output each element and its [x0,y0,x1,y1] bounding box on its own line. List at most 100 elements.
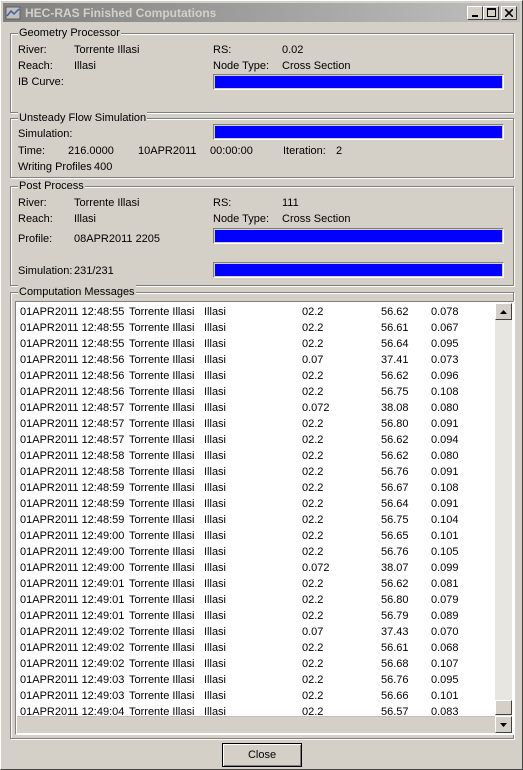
message-river: Torrente Illasi [129,354,195,366]
message-river: Torrente Illasi [129,514,195,526]
message-value: 56.61 [381,642,409,654]
message-rs: 0.07 [302,626,324,638]
message-error: 0.089 [431,610,459,622]
message-error: 0.094 [431,434,459,446]
horizontal-scrollbar[interactable] [17,716,495,733]
message-value: 56.62 [381,578,409,590]
scroll-up-icon[interactable] [495,303,512,320]
group-label: Computation Messages [18,285,136,299]
iteration-value: 2 [336,145,343,157]
message-rs: 02.2 [302,386,324,398]
group-label: Geometry Processor [18,26,121,40]
message-timestamp: 01APR2011 12:48:59 [20,498,125,510]
post-process-group: Post Process River: Torrente Illasi RS: … [10,179,514,286]
group-label: Unsteady Flow Simulation [18,111,148,125]
message-timestamp: 01APR2011 12:48:56 [20,386,125,398]
message-error: 0.073 [431,354,459,366]
progress-fill [215,230,502,242]
vertical-scrollbar[interactable] [495,303,512,717]
message-reach: Illasi [204,402,227,414]
minimize-icon[interactable] [467,5,483,20]
reach-value: Illasi [74,213,97,225]
message-value: 56.64 [381,498,409,510]
message-error: 0.095 [431,674,459,686]
scroll-down-icon[interactable] [495,716,512,733]
message-timestamp: 01APR2011 12:48:58 [20,450,125,462]
clock-value: 00:00:00 [210,145,253,157]
message-value: 56.62 [381,370,409,382]
message-river: Torrente Illasi [129,578,195,590]
message-reach: Illasi [204,546,227,558]
message-value: 56.62 [381,450,409,462]
scroll-thumb[interactable] [495,700,512,715]
message-river: Torrente Illasi [129,402,195,414]
message-river: Torrente Illasi [129,690,195,702]
message-reach: Illasi [204,450,227,462]
rs-value: 111 [282,197,299,209]
message-reach: Illasi [204,530,227,542]
message-rs: 02.2 [302,674,324,686]
message-timestamp: 01APR2011 12:48:59 [20,514,125,526]
message-timestamp: 01APR2011 12:49:01 [20,578,125,590]
message-timestamp: 01APR2011 12:48:57 [20,418,125,430]
message-value: 56.64 [381,338,409,350]
close-button[interactable]: Close [222,743,302,767]
river-value: Torrente Illasi [74,197,140,209]
message-value: 56.62 [381,306,409,318]
message-error: 0.108 [431,482,459,494]
node-type-value: Cross Section [282,60,351,72]
unsteady-progress-bar [213,124,504,140]
progress-fill [215,264,502,276]
message-timestamp: 01APR2011 12:49:02 [20,626,125,638]
message-reach: Illasi [204,498,227,510]
profile-value: 08APR2011 2205 [74,233,161,245]
message-error: 0.096 [431,370,459,382]
message-reach: Illasi [204,306,227,318]
message-rs: 02.2 [302,466,324,478]
maximize-icon[interactable] [483,5,499,20]
message-value: 56.76 [381,466,409,478]
message-reach: Illasi [204,642,227,654]
message-value: 56.76 [381,546,409,558]
message-timestamp: 01APR2011 12:49:00 [20,546,125,558]
simulation-label: Simulation: [18,128,73,140]
message-error: 0.091 [431,466,459,478]
message-reach: Illasi [204,386,227,398]
message-reach: Illasi [204,674,227,686]
message-river: Torrente Illasi [129,642,195,654]
message-timestamp: 01APR2011 12:49:00 [20,530,125,542]
message-value: 56.62 [381,434,409,446]
message-river: Torrente Illasi [129,610,195,622]
unsteady-flow-group: Unsteady Flow Simulation Simulation: Tim… [10,111,514,178]
message-timestamp: 01APR2011 12:48:56 [20,370,125,382]
message-river: Torrente Illasi [129,658,195,670]
message-value: 56.65 [381,530,409,542]
message-rs: 02.2 [302,482,324,494]
close-icon[interactable] [501,5,517,20]
rs-label: RS: [213,197,232,209]
hec-ras-app-icon [5,5,21,21]
message-rs: 02.2 [302,530,324,542]
message-river: Torrente Illasi [129,434,195,446]
message-value: 38.08 [381,402,409,414]
message-reach: Illasi [204,658,227,670]
message-error: 0.108 [431,386,459,398]
message-rs: 02.2 [302,594,324,606]
message-reach: Illasi [204,370,227,382]
title-bar[interactable]: HEC-RAS Finished Computations [3,3,520,22]
simulation-count: 231/231 [74,265,114,277]
message-timestamp: 01APR2011 12:48:55 [20,306,125,318]
message-timestamp: 01APR2011 12:48:56 [20,354,125,366]
time-value: 216.0000 [68,145,114,157]
message-river: Torrente Illasi [129,530,195,542]
finished-computations-window: HEC-RAS Finished Computations Geometry P… [0,0,523,770]
messages-list[interactable]: 01APR2011 12:48:55 Torrente Illasi Illasi 0… [15,301,514,735]
rs-value: 0.02 [282,44,304,56]
message-rs: 02.2 [302,690,324,702]
message-error: 0.068 [431,642,459,654]
message-value: 56.68 [381,658,409,670]
message-value: 38.07 [381,562,409,574]
message-value: 56.75 [381,514,409,526]
message-reach: Illasi [204,626,227,638]
group-label: Post Process [18,179,85,193]
